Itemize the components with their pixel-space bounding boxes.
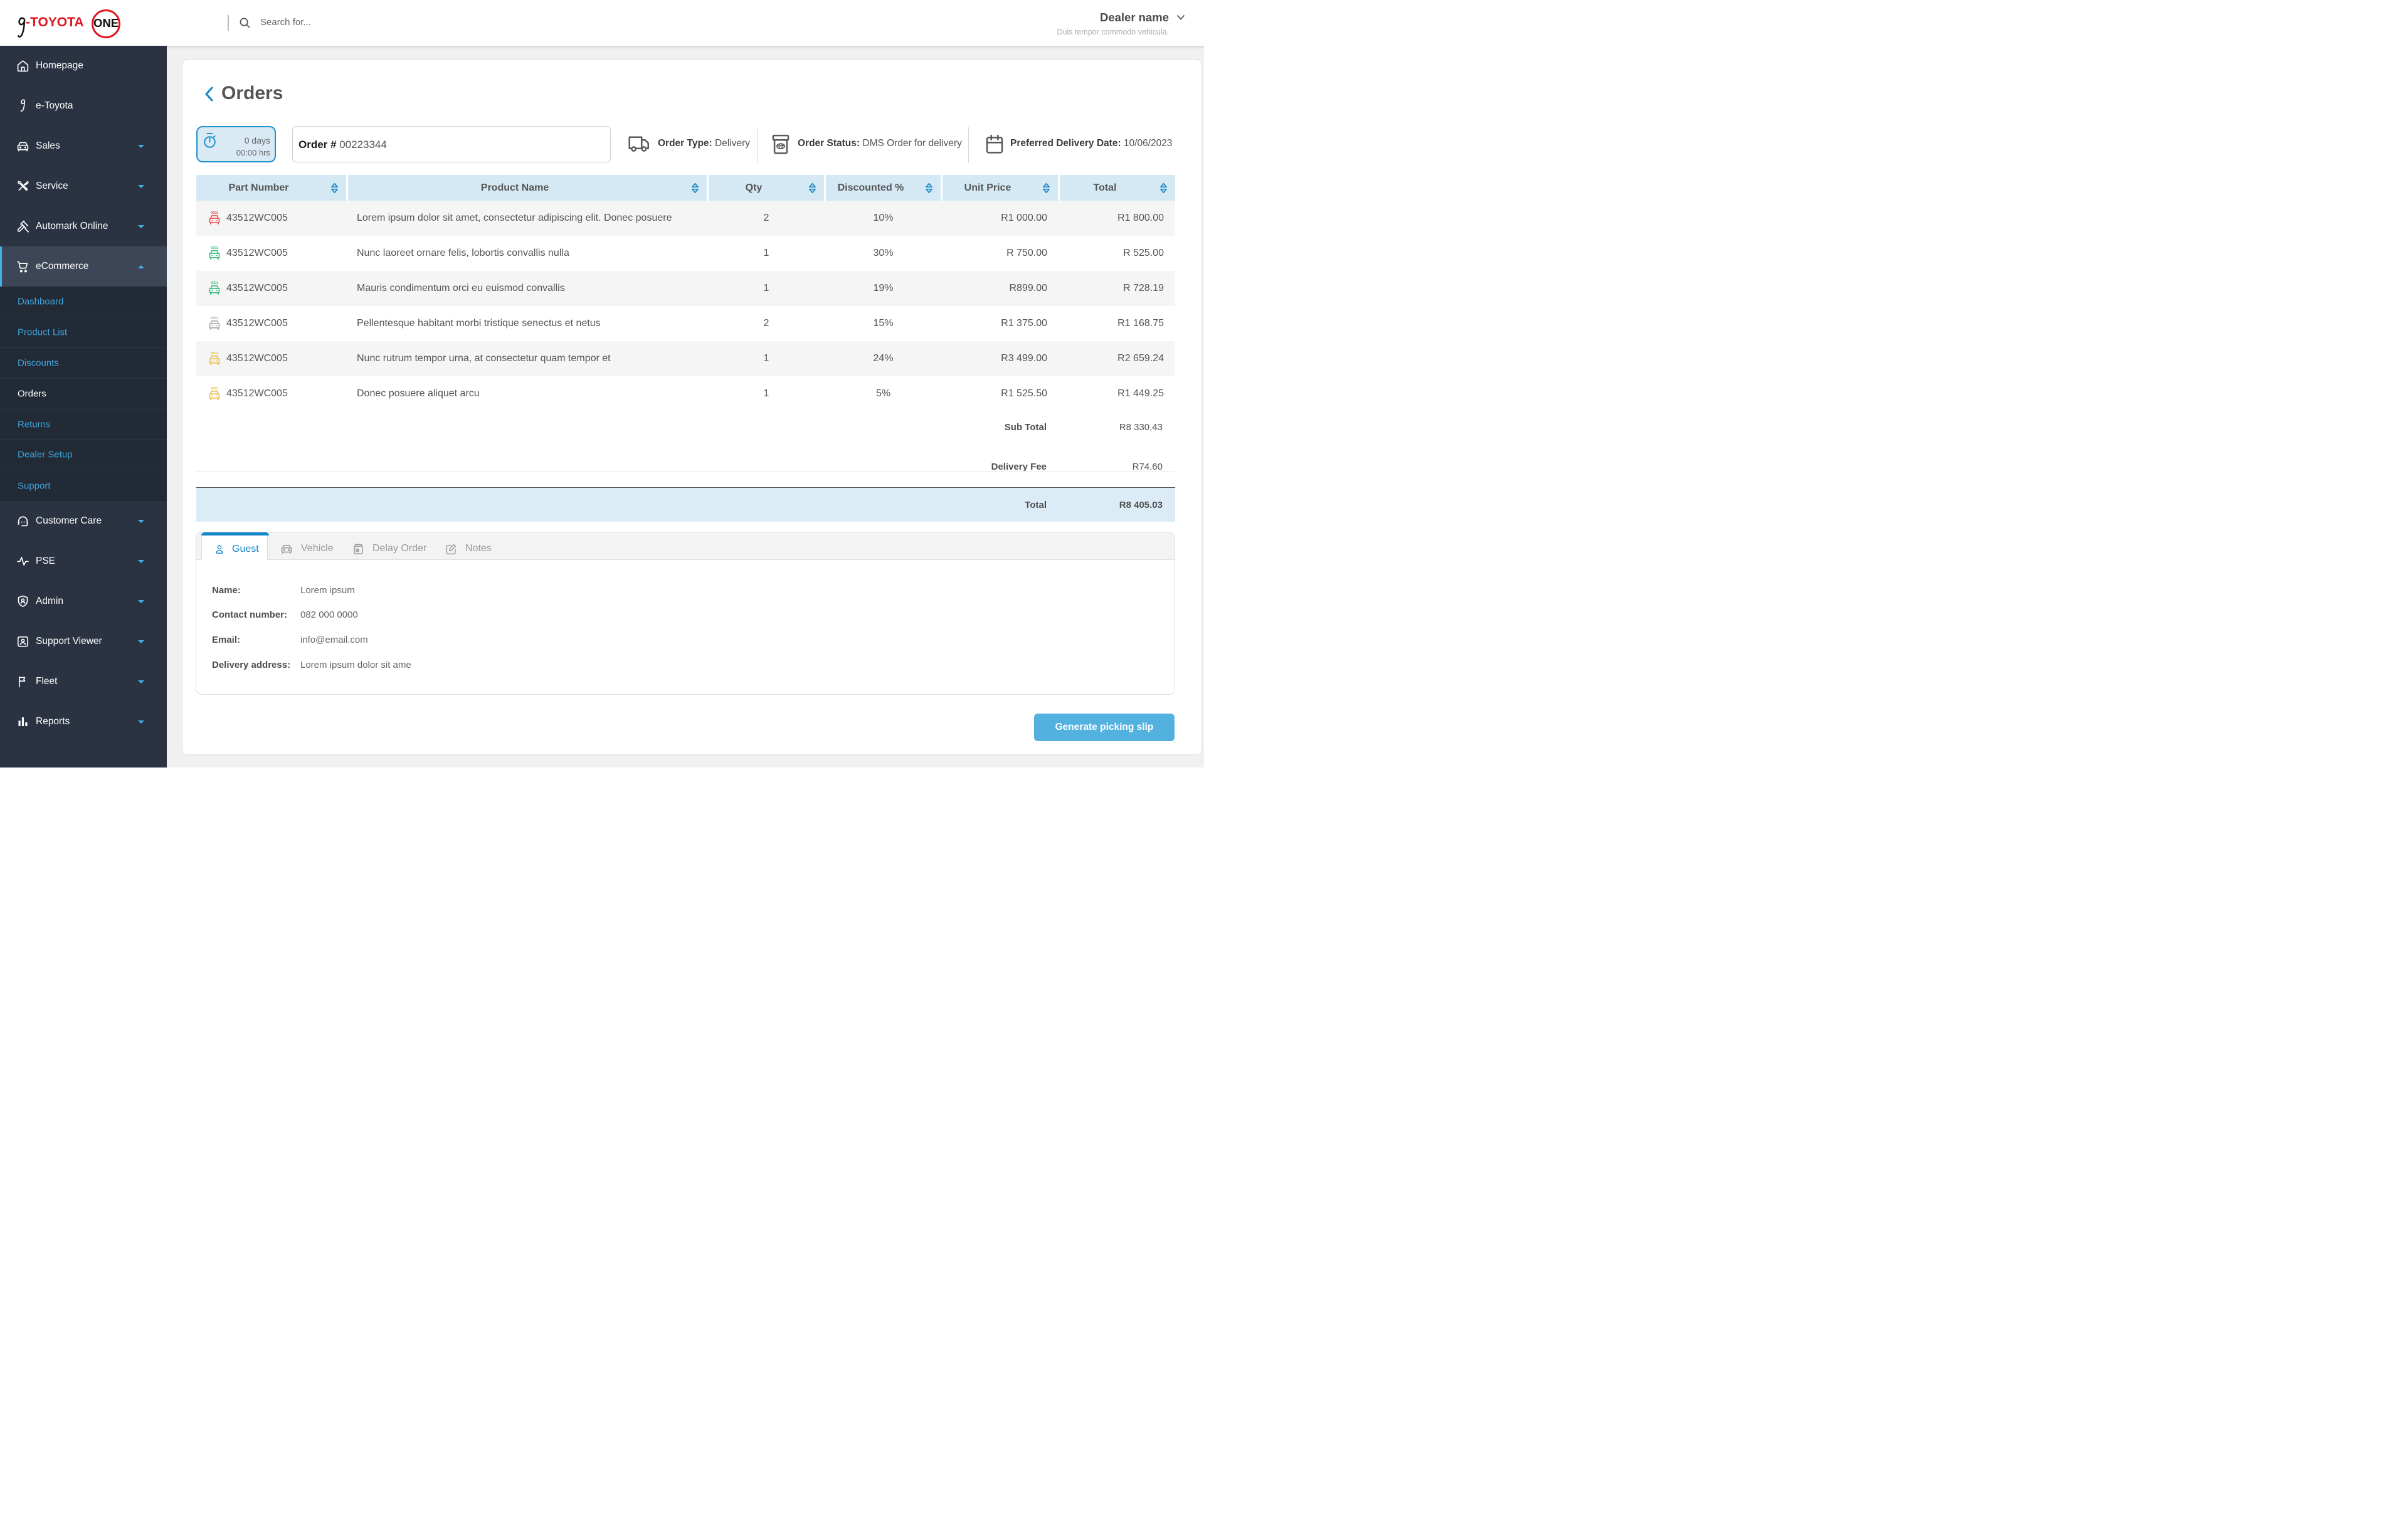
svg-text:0001: 0001 — [211, 282, 218, 285]
svg-text:0001: 0001 — [211, 317, 218, 320]
svg-text:0001: 0001 — [211, 387, 218, 391]
svg-text:0001: 0001 — [211, 211, 218, 215]
svg-text:0001: 0001 — [211, 352, 218, 356]
svg-text:0001: 0001 — [211, 246, 218, 250]
